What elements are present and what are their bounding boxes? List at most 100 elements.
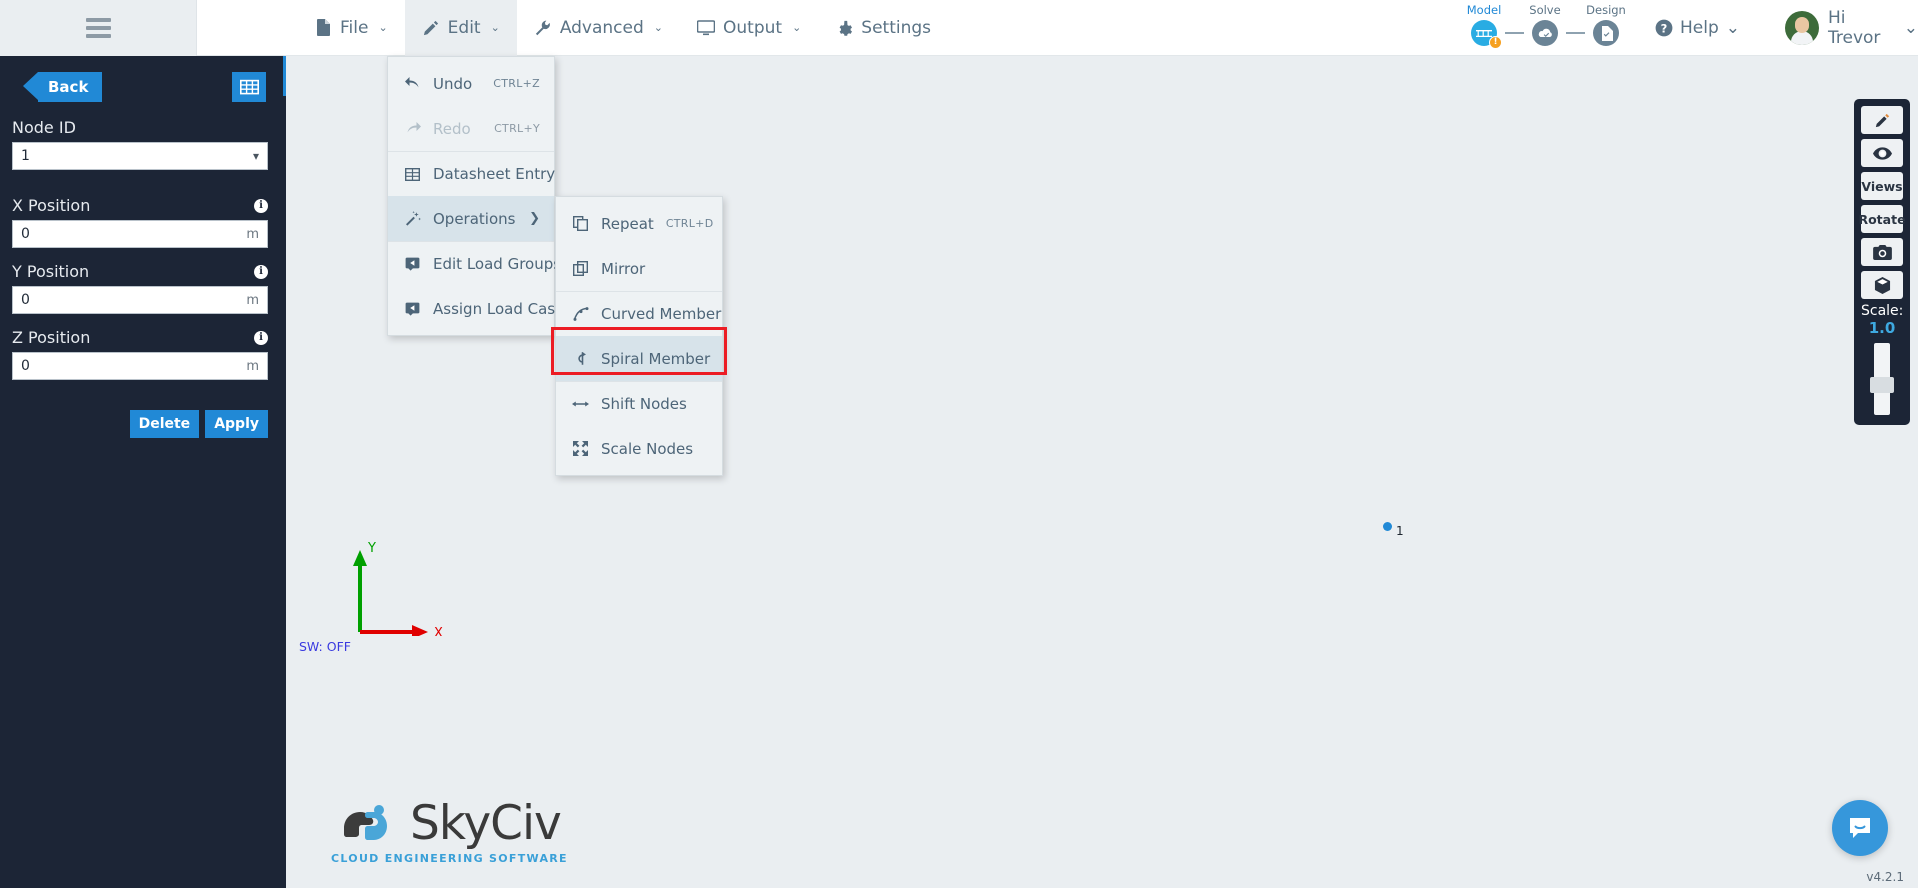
submenu-shift-nodes-label: Shift Nodes [601,395,687,413]
rotate-button[interactable]: Rotate [1858,205,1906,233]
y-position-label: Y Position i [12,262,268,281]
menu-assign-load-cases[interactable]: Assign Load Cases [388,286,572,331]
pencil-icon [422,19,440,37]
view-toolbar: Views Rotate Scale: 1.0 [1854,99,1910,425]
info-icon[interactable]: i [254,330,268,345]
hamburger-menu-button[interactable] [0,0,197,56]
redo-icon [404,122,421,135]
cube-icon [1874,276,1890,294]
menu-item-advanced[interactable]: Advanced ⌄ [517,0,680,56]
skyciv-logo: SkyCiv CLOUD ENGINEERING SOFTWARE [331,795,568,866]
user-menu[interactable]: Hi Trevor ⌄ [1785,0,1918,56]
table-icon[interactable] [232,72,266,102]
workflow-step-design[interactable]: Design [1585,3,1627,46]
node-marker[interactable] [1383,522,1392,531]
submenu-mirror-label: Mirror [601,259,646,278]
document-check-icon [1593,20,1619,46]
svg-text:?: ? [1661,21,1668,35]
menu-item-file[interactable]: File ⌄ [297,0,405,56]
scale-label: Scale: [1861,303,1904,319]
back-button[interactable]: Back [22,72,103,102]
3d-view-button[interactable] [1861,271,1903,299]
logo-tagline: CLOUD ENGINEERING SOFTWARE [331,852,568,865]
menu-undo[interactable]: Undo CTRL+Z [388,61,554,106]
node-properties-sidebar: Back Node ID 1 ▾ X Position i 0 m Y Posi… [0,56,286,888]
eye-icon [1872,146,1892,160]
delete-button[interactable]: Delete [129,410,200,438]
scale-slider[interactable] [1870,342,1894,415]
screenshot-button[interactable] [1861,238,1903,266]
info-icon[interactable]: i [254,264,268,279]
question-circle-icon: ? [1655,19,1673,37]
sidebar-actions: Delete Apply [0,394,286,438]
submenu-spiral-member[interactable]: Spiral Member [556,336,722,381]
workflow-step-solve[interactable]: Solve [1524,3,1566,46]
submenu-repeat-shortcut: CTRL+D [665,217,714,230]
magic-wand-icon [404,211,421,226]
version-label: v4.2.1 [1866,870,1904,884]
top-navigation-bar: File ⌄ Edit ⌄ Advanced ⌄ Output ⌄ Settin… [0,0,1918,56]
menu-edit-load-groups[interactable]: Edit Load Groups [388,241,561,286]
spiral-member-icon [572,351,589,366]
sidebar-header: Back [0,56,286,102]
node-marker-label: 1 [1396,524,1404,538]
x-position-input[interactable]: 0 m [12,220,268,248]
sidebar-scrollbar[interactable] [283,56,286,96]
menu-item-settings[interactable]: Settings [818,0,948,56]
menu-operations-label: Operations [433,209,516,228]
user-greeting-label: Hi Trevor [1828,8,1881,48]
menu-item-file-label: File [340,17,369,38]
node-id-select[interactable]: 1 ▾ [12,142,268,170]
chevron-right-icon: ❯ [529,211,540,226]
menu-undo-shortcut: CTRL+Z [493,77,540,90]
logo-mark-and-text: SkyCiv [338,795,562,851]
menu-redo-label: Redo [433,119,471,138]
workflow-step-solve-label: Solve [1529,3,1561,17]
submenu-shift-nodes[interactable]: Shift Nodes [556,381,722,426]
menu-operations[interactable]: Operations ❯ [388,196,554,241]
curved-member-icon [572,307,589,321]
y-position-input[interactable]: 0 m [12,286,268,314]
monitor-icon [697,19,716,37]
visibility-button[interactable] [1861,139,1903,167]
axis-gizmo: Y X [346,536,486,641]
chevron-down-icon: ⌄ [1903,18,1918,38]
submenu-repeat[interactable]: Repeat CTRL+D [556,201,722,246]
draw-pencil-button[interactable] [1861,106,1903,134]
menu-item-edit[interactable]: Edit ⌄ [404,0,517,56]
expand-icon [572,441,589,456]
info-icon[interactable]: i [254,198,268,213]
menu-item-output[interactable]: Output ⌄ [680,0,818,56]
z-position-unit: m [246,358,259,374]
scale-slider-thumb[interactable] [1870,376,1894,393]
apply-button[interactable]: Apply [205,410,268,438]
z-position-label: Z Position i [12,328,268,347]
workflow-stepper: Model ! Solve Design [1463,3,1627,49]
self-weight-status-label: SW: OFF [299,639,351,654]
hamburger-icon [85,17,111,38]
submenu-scale-nodes[interactable]: Scale Nodes [556,426,722,471]
views-button[interactable]: Views [1861,172,1903,200]
z-position-input[interactable]: 0 m [12,352,268,380]
menu-redo: Redo CTRL+Y [388,106,554,151]
chevron-down-icon: ⌄ [378,21,388,34]
chevron-down-icon: ⌄ [490,21,500,34]
help-menu[interactable]: ? Help ⌄ [1655,0,1740,56]
svg-text:Y: Y [367,541,376,556]
x-position-value: 0 [21,226,30,242]
workflow-step-model[interactable]: Model ! [1463,3,1505,49]
submenu-curved-member[interactable]: Curved Member [556,291,722,336]
menu-assign-load-cases-label: Assign Load Cases [433,299,573,318]
submenu-mirror[interactable]: Mirror [556,246,722,291]
x-position-unit: m [246,226,259,242]
workflow-step-model-label: Model [1466,3,1502,17]
chevron-down-icon: ⌄ [653,21,664,34]
chat-bubble-icon[interactable] [1832,800,1888,856]
menu-datasheet-entry[interactable]: Datasheet Entry [388,151,555,196]
edit-dropdown-menu: Undo CTRL+Z Redo CTRL+Y Datasheet Entry … [387,56,572,336]
menu-item-output-label: Output [723,17,783,38]
pencil-icon [1875,113,1889,127]
bridge-icon: ! [1471,20,1502,49]
menu-item-advanced-label: Advanced [559,17,644,38]
logo-text: SkyCiv [409,795,562,851]
